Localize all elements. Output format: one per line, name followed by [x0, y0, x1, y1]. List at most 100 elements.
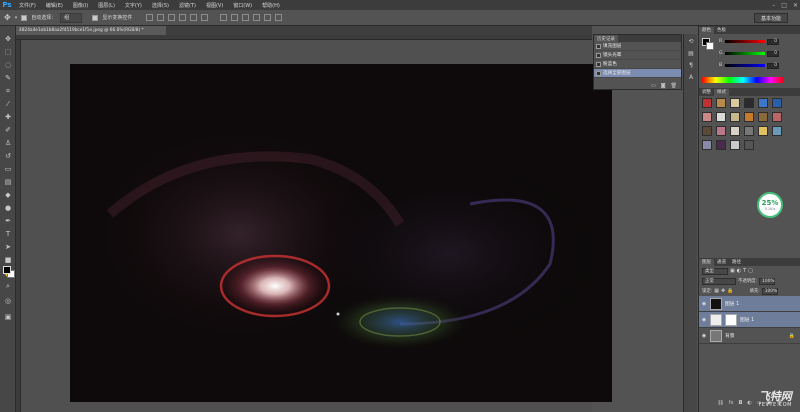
eyedropper-tool-icon[interactable]: ⁄	[2, 98, 14, 110]
style-swatch[interactable]	[772, 126, 782, 136]
style-swatch[interactable]	[744, 126, 754, 136]
lock-pixels-icon[interactable]: ▦	[714, 288, 719, 294]
distribute-top-icon[interactable]	[220, 14, 228, 21]
document-canvas[interactable]	[70, 64, 612, 402]
style-swatch[interactable]	[716, 112, 726, 122]
new-document-icon[interactable]: ▭	[651, 83, 656, 89]
marquee-tool-icon[interactable]: ⬚	[2, 46, 14, 58]
green-slider[interactable]: G 0	[719, 50, 799, 57]
tool-preset-arrow-icon[interactable]: ▾	[15, 15, 18, 21]
menu-image[interactable]: 图像(I)	[68, 2, 93, 9]
add-mask-icon[interactable]: ◘	[738, 400, 742, 408]
style-swatch[interactable]	[730, 126, 740, 136]
dodge-tool-icon[interactable]: ●	[2, 202, 14, 214]
lock-position-icon[interactable]: ✥	[721, 288, 725, 294]
distribute-hcenter-icon[interactable]	[264, 14, 272, 21]
panel-background-swatch[interactable]	[706, 42, 714, 50]
menu-help[interactable]: 帮助(H)	[257, 2, 285, 9]
history-panel-icon[interactable]: ⟲	[686, 36, 696, 46]
style-swatch[interactable]	[758, 112, 768, 122]
minimize-icon[interactable]: –	[772, 2, 775, 9]
auto-select-dropdown[interactable]: 组	[60, 12, 83, 23]
align-left-icon[interactable]	[179, 14, 187, 21]
style-swatch[interactable]	[702, 140, 712, 150]
auto-select-checkbox[interactable]	[21, 14, 28, 21]
menu-filter[interactable]: 滤镜(T)	[174, 2, 201, 9]
menu-edit[interactable]: 编辑(E)	[41, 2, 68, 9]
foreground-color-swatch[interactable]	[3, 266, 11, 274]
style-swatch[interactable]	[716, 140, 726, 150]
history-item-selected[interactable]: 选择全部图层	[594, 69, 681, 78]
blur-tool-icon[interactable]: ◆	[2, 189, 14, 201]
menu-file[interactable]: 文件(F)	[14, 2, 41, 9]
close-icon[interactable]: ✕	[793, 2, 798, 9]
adjustment-layer-icon[interactable]: ◐	[747, 400, 751, 408]
opacity-input[interactable]: 100%	[759, 277, 776, 285]
color-swatches[interactable]	[3, 266, 15, 278]
align-right-icon[interactable]	[201, 14, 209, 21]
blue-value-input[interactable]: 0	[767, 62, 779, 69]
distribute-right-icon[interactable]	[275, 14, 283, 21]
green-value-input[interactable]: 0	[767, 50, 779, 57]
brush-tool-icon[interactable]: ✐	[2, 124, 14, 136]
style-swatch[interactable]	[772, 112, 782, 122]
style-swatch[interactable]	[744, 140, 754, 150]
tab-history[interactable]: 历史记录	[594, 35, 618, 42]
pen-tool-icon[interactable]: ✒	[2, 215, 14, 227]
layer-row[interactable]: ◉ 图层 1	[699, 296, 800, 312]
properties-panel-icon[interactable]: ▤	[686, 48, 696, 58]
history-item[interactable]: 粉蓝色	[594, 60, 681, 69]
workspace-dropdown[interactable]: 基本功能	[754, 13, 788, 23]
tab-channels[interactable]: 通道	[714, 259, 729, 266]
lasso-tool-icon[interactable]: ◌	[2, 59, 14, 71]
trash-icon[interactable]: 🗑	[671, 83, 677, 89]
menu-type[interactable]: 文字(Y)	[120, 2, 147, 9]
style-swatch[interactable]	[716, 98, 726, 108]
style-swatch[interactable]	[744, 98, 754, 108]
stamp-tool-icon[interactable]: ♙	[2, 137, 14, 149]
zoom-tool-icon[interactable]: ⌕	[2, 280, 14, 292]
filter-adjust-icon[interactable]: ◐	[737, 268, 741, 274]
camera-icon[interactable]: ◙	[661, 83, 666, 89]
history-item[interactable]: 镜头光晕	[594, 51, 681, 60]
style-swatch[interactable]	[758, 98, 768, 108]
tab-adjustments[interactable]: 调整	[699, 89, 714, 96]
link-layers-icon[interactable]: ⛓	[717, 400, 723, 408]
tab-color[interactable]: 颜色	[699, 26, 714, 34]
eye-icon[interactable]: ◉	[701, 317, 707, 323]
align-hcenter-icon[interactable]	[190, 14, 198, 21]
eraser-tool-icon[interactable]: ▭	[2, 163, 14, 175]
filter-type-icon[interactable]: T	[743, 268, 746, 274]
move-tool-icon[interactable]: ✥	[4, 13, 11, 22]
crop-tool-icon[interactable]: ⌗	[2, 85, 14, 97]
history-item[interactable]: 填充图层	[594, 42, 681, 51]
tab-swatches[interactable]: 色板	[714, 27, 729, 34]
lock-all-icon[interactable]: 🔒	[727, 288, 733, 294]
align-vcenter-icon[interactable]	[157, 14, 165, 21]
blue-track[interactable]	[725, 64, 765, 67]
distribute-bottom-icon[interactable]	[242, 14, 250, 21]
align-top-icon[interactable]	[146, 14, 154, 21]
style-swatch[interactable]	[744, 112, 754, 122]
style-swatch[interactable]	[730, 112, 740, 122]
screen-mode-icon[interactable]: ▣	[2, 311, 14, 323]
style-swatch[interactable]	[702, 126, 712, 136]
blend-mode-dropdown[interactable]: 正常	[702, 277, 736, 285]
style-swatch[interactable]	[702, 112, 712, 122]
quick-select-tool-icon[interactable]: ✎	[2, 72, 14, 84]
tab-styles[interactable]: 样式	[714, 88, 729, 96]
menu-select[interactable]: 选择(S)	[147, 2, 174, 9]
tools-grip[interactable]	[0, 26, 15, 32]
tab-paths[interactable]: 路径	[729, 259, 744, 266]
style-swatch[interactable]	[702, 98, 712, 108]
menu-window[interactable]: 窗口(W)	[228, 2, 257, 9]
eye-icon[interactable]: ◉	[701, 301, 707, 307]
layer-kind-filter[interactable]: 类型	[702, 267, 728, 275]
eye-icon[interactable]: ◉	[701, 333, 707, 339]
style-swatch[interactable]	[716, 126, 726, 136]
layer-row[interactable]: ◉ 图层 1	[699, 312, 800, 328]
red-value-input[interactable]: 0	[767, 38, 779, 45]
quick-mask-icon[interactable]: ◎	[2, 295, 14, 307]
character-panel-icon[interactable]: A	[686, 72, 696, 82]
style-swatch[interactable]	[730, 98, 740, 108]
